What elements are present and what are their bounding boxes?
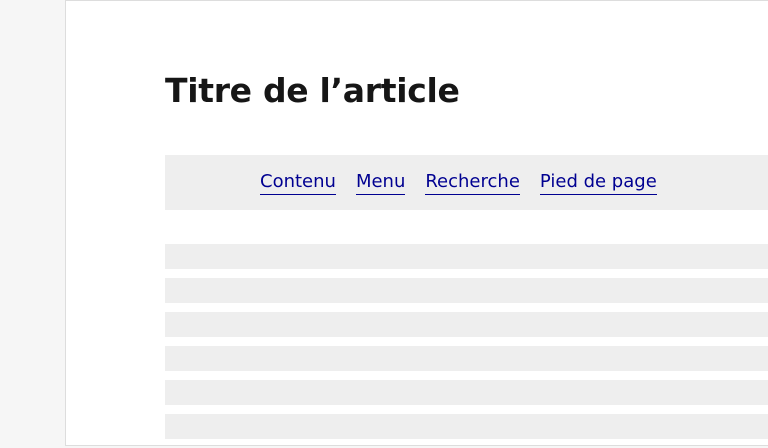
skiplink-content[interactable]: Contenu: [260, 171, 336, 195]
skiplink-search[interactable]: Recherche: [425, 171, 520, 195]
content-placeholder-line: [165, 278, 768, 303]
skiplink-item-footer: Pied de page: [539, 171, 657, 195]
content-placeholder-line: [165, 414, 768, 439]
skiplinks-bar: Contenu Menu Recherche Pied de page: [165, 155, 768, 210]
content-placeholder-line: [165, 244, 768, 269]
article-title: Titre de l’article: [165, 71, 460, 110]
skiplink-item-search: Recherche: [425, 171, 520, 195]
content-placeholder-line: [165, 312, 768, 337]
content-placeholder-line: [165, 380, 768, 405]
content-placeholder-line: [165, 346, 768, 371]
page-card: Titre de l’article Contenu Menu Recherch…: [65, 0, 768, 446]
skiplink-menu[interactable]: Menu: [355, 171, 406, 195]
skiplink-item-menu: Menu: [355, 171, 406, 195]
skiplinks-list: Contenu Menu Recherche Pied de page: [260, 171, 657, 195]
skiplink-item-content: Contenu: [260, 171, 336, 195]
skiplink-footer[interactable]: Pied de page: [539, 171, 657, 195]
